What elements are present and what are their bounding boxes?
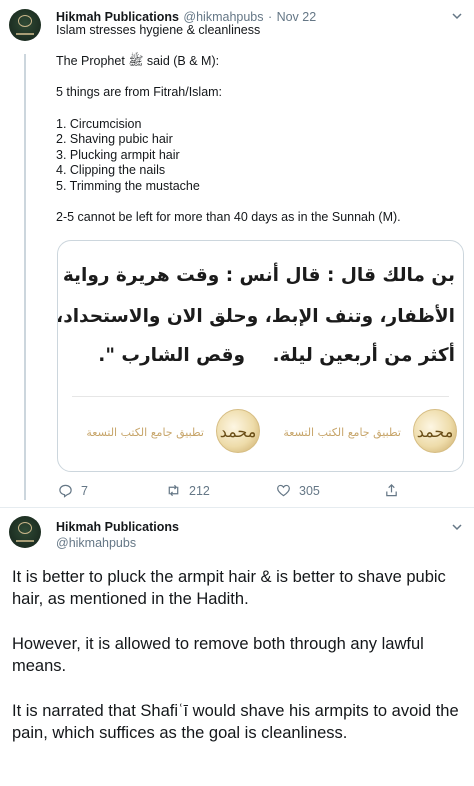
author-name[interactable]: Hikmah Publications [56, 519, 179, 535]
text-line: 4. Clipping the nails [56, 163, 166, 178]
text-line [56, 101, 456, 117]
chevron-down-icon[interactable] [450, 9, 464, 23]
like-button[interactable]: 305 [276, 483, 320, 498]
tweet-text: Islam stresses hygiene & cleanliness The… [56, 23, 456, 226]
app-label: تطبيق جامع الكتب التسعة [86, 426, 204, 439]
divider [72, 396, 449, 397]
like-count: 305 [299, 483, 320, 498]
reply-count: 7 [81, 483, 88, 498]
chevron-down-icon[interactable] [450, 520, 464, 534]
text-line: 5 things are from Fitrah/Islam: [56, 85, 223, 100]
app-label: تطبيق جامع الكتب التسعة [283, 426, 401, 439]
tweet-text: It is better to pluck the armpit hair & … [12, 568, 459, 743]
arabic-text-line-1: بن مالك قال : قال أنس : وقت هريرة رواية … [58, 265, 455, 286]
tweet-image[interactable]: بن مالك قال : قال أنس : وقت هريرة رواية … [57, 240, 464, 472]
text-line: Islam stresses hygiene & cleanliness [56, 23, 261, 37]
logo-emblem-icon [18, 522, 32, 534]
text-line: 2-5 cannot be left for more than 40 days… [56, 210, 401, 225]
app-logo-icon: محمد [413, 409, 457, 453]
author-handle[interactable]: @hikmahpubs [56, 535, 179, 551]
avatar[interactable] [9, 9, 41, 41]
retweet-button[interactable]: 212 [166, 483, 210, 498]
avatar-wordmark [16, 33, 34, 35]
text-line [56, 39, 456, 55]
avatar[interactable] [9, 516, 41, 548]
text-line: 1. Circumcision [56, 116, 142, 131]
like-icon [277, 484, 290, 497]
share-button[interactable] [384, 483, 399, 498]
retweet-count: 212 [189, 483, 210, 498]
app-logo-icon: محمد [216, 409, 260, 453]
logo-glyph: محمد [416, 422, 454, 441]
share-icon [386, 484, 397, 497]
reply-icon [59, 484, 72, 498]
avatar-wordmark [16, 540, 34, 542]
text-line: 2. Shaving pubic hair [56, 132, 173, 147]
reply-button[interactable]: 7 [58, 483, 88, 498]
tweet-divider [0, 507, 474, 508]
separator: · [267, 10, 273, 24]
text-line: The Prophet ﷺ said (B & M): [56, 54, 220, 69]
text-line [56, 70, 456, 86]
tweet-date[interactable]: Nov 22 [277, 10, 317, 24]
text-line: 3. Plucking armpit hair [56, 147, 180, 162]
tweet-header: Hikmah Publications @hikmahpubs [56, 519, 179, 551]
logo-glyph: محمد [219, 422, 257, 441]
author-name[interactable]: Hikmah Publications [56, 10, 179, 24]
author-handle[interactable]: @hikmahpubs [183, 10, 263, 24]
retweet-icon [168, 484, 179, 497]
arabic-text-line-2: الأظفار، وتنف الإبط، وحلق الان والاستحدا… [57, 306, 455, 327]
text-line [56, 195, 456, 211]
logo-emblem-icon [18, 15, 32, 27]
text-line: 5. Trimming the mustache [56, 178, 200, 193]
tweet-actions: 7 212 305 [58, 483, 398, 501]
thread-connector [24, 54, 26, 500]
arabic-text-line-4: وقص الشارب ". [98, 345, 245, 366]
arabic-text-line-3: أكثر من أربعين ليلة. [272, 345, 455, 366]
